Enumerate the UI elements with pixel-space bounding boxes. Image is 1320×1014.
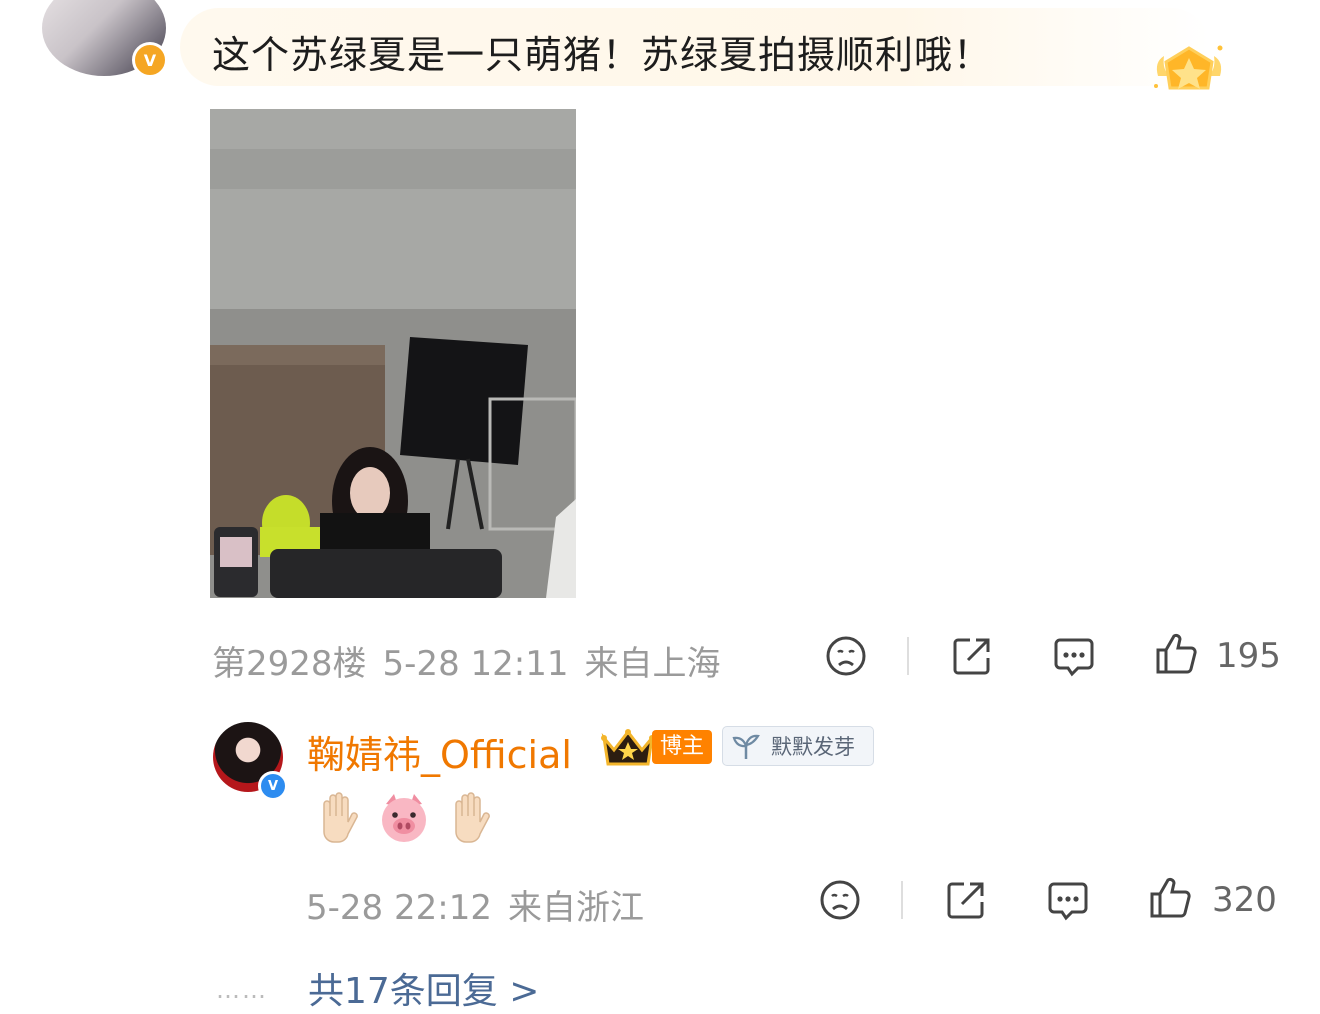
share-icon[interactable] [944,878,988,922]
reply-emoji-row [310,790,498,850]
dislike-icon[interactable] [818,878,862,922]
dislike-icon[interactable] [824,634,868,678]
like-count: 195 [1216,636,1281,676]
reply-username[interactable]: 鞠婧祎_Official [307,724,572,779]
host-tag: 博主 [652,730,713,764]
star-medal-icon [1150,42,1228,100]
like-icon[interactable] [1154,632,1198,676]
comment-meta: 第2928楼 5-28 12:11 来自上海 [212,636,737,685]
comment-icon[interactable] [1046,878,1090,922]
verified-badge-gold: V [132,42,168,78]
comment-location: 来自上海 [584,644,721,684]
raised-hand-emoji [310,790,366,850]
more-dots: …… [216,976,268,1004]
share-icon[interactable] [950,634,994,678]
pig-face-emoji [376,790,432,850]
comment-date: 5-28 12:11 [382,644,569,684]
raised-hand-emoji [442,790,498,850]
sprout-icon [731,733,761,761]
floor-number: 第2928楼 [212,644,367,684]
comment-icon[interactable] [1052,634,1096,678]
reply-meta: 5-28 22:12 来自浙江 [306,880,660,929]
fan-level-label: 默默发芽 [771,735,855,759]
divider [901,881,903,919]
reply-like-count: 320 [1212,880,1277,920]
reply-date: 5-28 22:12 [306,888,492,928]
comment-photo[interactable] [210,109,576,598]
more-replies-link[interactable]: 共17条回复 > [308,962,539,1014]
fan-level-tag[interactable]: 默默发芽 [722,726,874,766]
comment-text: 这个苏绿夏是一只萌猪！苏绿夏拍摄顺利哦！ [212,33,993,77]
reply-location: 来自浙江 [507,888,644,928]
crown-icon [600,726,656,770]
divider [907,637,909,675]
like-icon[interactable] [1148,876,1192,920]
verified-badge-blue: V [258,771,288,801]
